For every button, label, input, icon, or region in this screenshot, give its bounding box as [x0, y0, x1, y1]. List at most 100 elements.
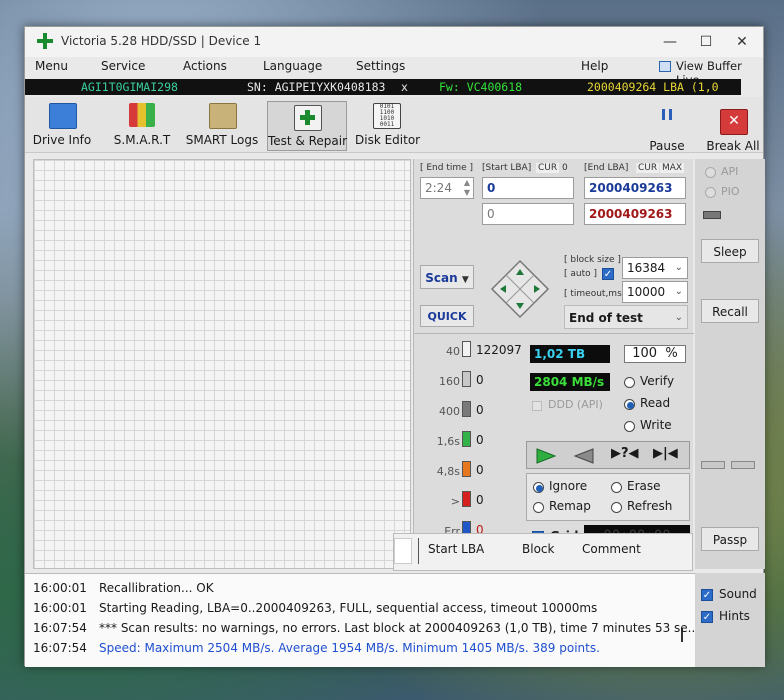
smart-logs-label: SMART Logs	[185, 133, 259, 147]
histogram-list: 40 122097 160 0 400 0 1,6s 0 4,8s 0 >0 Err 0	[414, 341, 524, 551]
start-lba-field-2[interactable]: 0	[482, 203, 574, 225]
back-button[interactable]	[573, 447, 595, 468]
smart-label: S.M.A.R.T	[113, 133, 171, 147]
end-time-value: 2:24	[425, 181, 452, 195]
refresh-label: Refresh	[627, 499, 673, 513]
histogram-count: 0	[476, 403, 484, 417]
end-of-test-value: End of test	[569, 311, 643, 325]
histogram-label: 160	[439, 375, 460, 388]
pause-button[interactable]: Pause	[639, 101, 695, 153]
col-comment[interactable]: Comment	[582, 542, 641, 556]
mini-button-right[interactable]	[731, 461, 755, 469]
erase-radio[interactable]	[611, 482, 622, 493]
end-time-field[interactable]: 2:24 ▲ ▼	[420, 177, 474, 199]
menu-actions[interactable]: Actions	[183, 59, 227, 73]
read-radio[interactable]	[624, 399, 635, 410]
window-title: Victoria 5.28 HDD/SSD | Device 1	[61, 34, 262, 48]
skip-random-icon[interactable]: ▶?◀	[611, 446, 639, 461]
drive-info-bar: AGI1T0GIMAI298 SN: AGIPEIYXK0408183 x Fw…	[25, 79, 741, 110]
smart-logs-button[interactable]: SMART Logs	[185, 101, 259, 151]
end-max-button[interactable]: MAX	[660, 163, 685, 173]
infobar-close-icon[interactable]: x	[401, 79, 408, 95]
speed-readout: 2804 MB/s	[530, 373, 610, 391]
menu-help[interactable]: Help	[581, 59, 608, 73]
end-cur-button[interactable]: CUR	[636, 163, 660, 173]
log-row: 16:07:54 *** Scan results: no warnings, n…	[33, 618, 699, 638]
histogram-label: 40	[446, 345, 460, 358]
drive-info-button[interactable]: Drive Info	[29, 101, 95, 151]
histogram-swatch	[462, 371, 471, 387]
ignore-radio[interactable]	[533, 482, 544, 493]
menu-settings[interactable]: Settings	[356, 59, 405, 73]
timeout-select[interactable]: 10000 ⌄	[622, 281, 688, 303]
histogram-swatch	[462, 431, 471, 447]
end-lba-field-2[interactable]: 2000409263	[584, 203, 686, 225]
write-label: Write	[640, 418, 672, 432]
pio-radio[interactable]	[705, 187, 716, 198]
close-button[interactable]: ✕	[727, 31, 757, 53]
drive-serial: SN: AGIPEIYXK0408183	[247, 80, 386, 94]
histogram-label: 4,8s	[436, 465, 460, 478]
menu-menu[interactable]: Menu	[35, 59, 68, 73]
block-size-select[interactable]: 16384 ⌄	[622, 257, 688, 279]
title-bar: Victoria 5.28 HDD/SSD | Device 1 — ☐ ✕	[25, 27, 763, 57]
divider	[414, 333, 694, 334]
test-repair-button[interactable]: Test & Repair	[267, 101, 347, 151]
col-start-lba[interactable]: Start LBA	[428, 542, 484, 556]
maximize-button[interactable]: ☐	[691, 31, 721, 53]
block-size-value: 16384	[627, 261, 666, 275]
remap-label: Remap	[549, 499, 591, 513]
event-log[interactable]: 16:00:01 Recallibration... OK 16:00:01 Star…	[25, 573, 699, 667]
scan-grid[interactable]	[33, 159, 411, 569]
passp-button[interactable]: Passp	[701, 527, 759, 551]
disk-editor-label: Disk Editor	[355, 133, 421, 147]
recall-button[interactable]: Recall	[701, 299, 759, 323]
drive-firmware: Fw: VC400618	[439, 80, 523, 94]
remap-radio[interactable]	[533, 502, 544, 513]
sound-checkbox[interactable]: ✓	[701, 589, 713, 601]
write-radio[interactable]	[624, 421, 635, 432]
mini-button-left[interactable]	[701, 461, 725, 469]
timeout-label: [ timeout,ms ]	[564, 289, 629, 299]
log-message: *** Scan results: no warnings, no errors…	[99, 621, 700, 635]
auto-checkbox[interactable]: ✓	[602, 268, 614, 280]
disk-editor-button[interactable]: 0101 1100 1010 0011 Disk Editor	[355, 101, 421, 151]
direction-pad[interactable]	[490, 259, 550, 319]
histogram-count: 0	[476, 493, 484, 507]
scan-button[interactable]: Scan ▼	[420, 265, 474, 289]
sleep-button[interactable]: Sleep	[701, 239, 759, 263]
repair-options: Ignore Erase Remap Refresh	[526, 473, 690, 521]
hints-checkbox[interactable]: ✓	[701, 611, 713, 623]
quick-button[interactable]: QUICK	[420, 305, 474, 327]
ddd-checkbox[interactable]	[532, 401, 542, 411]
start-cur-button[interactable]: CUR	[536, 163, 560, 173]
end-of-test-select[interactable]: End of test ⌄	[564, 305, 688, 329]
read-label: Read	[640, 396, 671, 410]
indicator-led	[703, 211, 721, 219]
spin-icon[interactable]: ▲ ▼	[464, 178, 470, 198]
end-lba-field[interactable]: 2000409263	[584, 177, 686, 199]
menu-bar: Menu Service Actions Language Settings H…	[25, 57, 763, 87]
minimize-button[interactable]: —	[655, 31, 685, 53]
total-tb: 1,02 TB	[530, 345, 610, 363]
table-divider	[418, 538, 419, 564]
smart-button[interactable]: S.M.A.R.T	[107, 101, 177, 151]
step-end-icon[interactable]: ▶|◀	[653, 446, 678, 461]
start-lba-field[interactable]: 0	[482, 177, 574, 199]
dropdown-arrow-icon: ▼	[461, 275, 469, 285]
menu-service[interactable]: Service	[101, 59, 145, 73]
break-all-label: Break All	[706, 139, 760, 153]
play-button[interactable]	[535, 447, 557, 468]
api-radio[interactable]	[705, 167, 716, 178]
start-cur-value: 0	[562, 163, 568, 173]
refresh-radio[interactable]	[611, 502, 622, 513]
histogram-label: 400	[439, 405, 460, 418]
menu-language[interactable]: Language	[263, 59, 322, 73]
verify-radio[interactable]	[624, 377, 635, 388]
chevron-down-icon: ⌄	[674, 262, 683, 273]
break-x-icon: ✕	[720, 109, 748, 135]
break-all-button[interactable]: ✕ Break All	[705, 101, 761, 153]
col-block[interactable]: Block	[522, 542, 554, 556]
side-panel: API PIO Sleep Recall Passp	[695, 159, 765, 569]
histogram-swatch	[462, 401, 471, 417]
